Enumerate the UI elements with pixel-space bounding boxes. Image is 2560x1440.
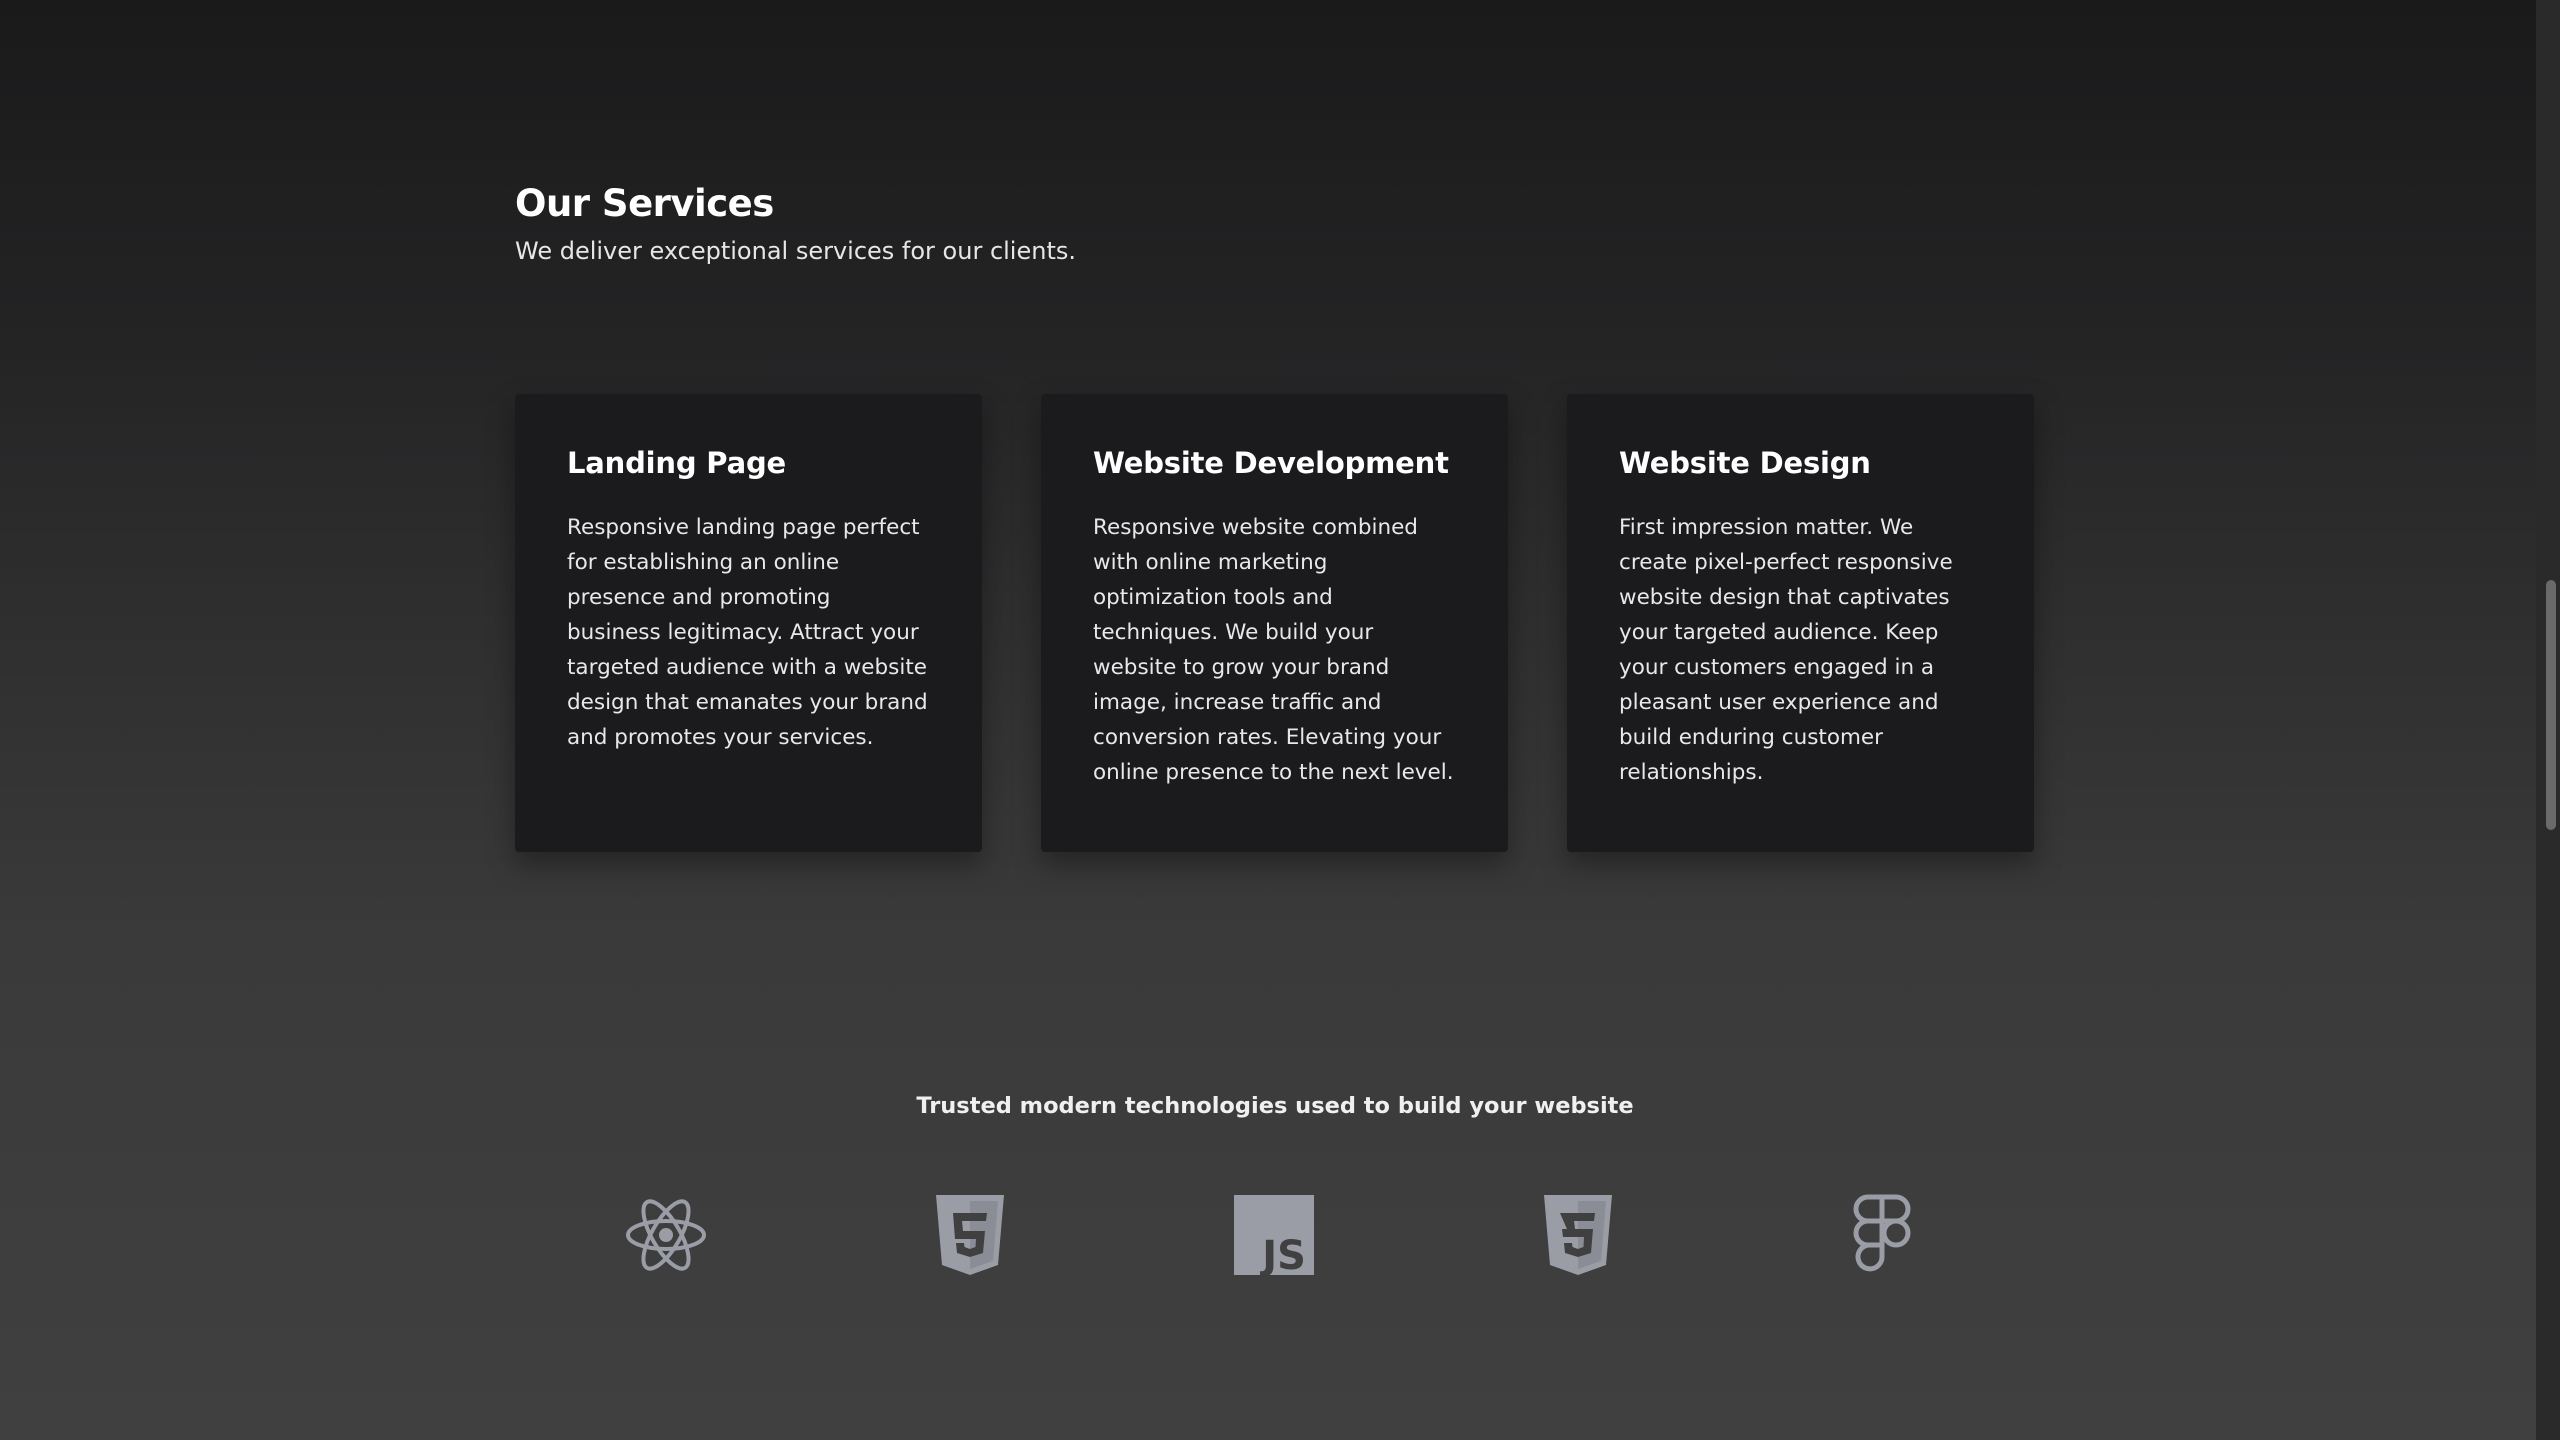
css3-icon bbox=[1536, 1193, 1620, 1277]
page: Our Services We deliver exceptional serv… bbox=[0, 0, 2536, 1440]
js-label: JS bbox=[1259, 1233, 1306, 1275]
technologies-heading: Trusted modern technologies used to buil… bbox=[916, 1093, 1634, 1119]
card-description: Responsive website combined with online … bbox=[1093, 515, 1454, 785]
javascript-icon: JS bbox=[1232, 1193, 1316, 1277]
react-icon bbox=[624, 1193, 708, 1277]
vertical-scrollbar[interactable] bbox=[2536, 0, 2560, 1440]
services-header: Our Services We deliver exceptional serv… bbox=[515, 182, 1076, 265]
scrollbar-thumb[interactable] bbox=[2546, 580, 2556, 830]
card-description: Responsive landing page perfect for esta… bbox=[567, 515, 928, 750]
html5-icon bbox=[928, 1193, 1012, 1277]
services-cards: Landing Page Responsive landing page per… bbox=[515, 394, 2035, 852]
technologies-icons: JS bbox=[0, 1193, 2550, 1277]
service-card-website-design: Website Design First impression matter. … bbox=[1567, 394, 2034, 852]
card-description: First impression matter. We create pixel… bbox=[1619, 515, 1953, 785]
service-card-landing-page: Landing Page Responsive landing page per… bbox=[515, 394, 982, 852]
services-subtitle: We deliver exceptional services for our … bbox=[515, 237, 1076, 265]
card-title: Website Development bbox=[1093, 446, 1449, 480]
service-card-website-development: Website Development Responsive website c… bbox=[1041, 394, 1508, 852]
card-title: Website Design bbox=[1619, 446, 1871, 480]
services-title: Our Services bbox=[515, 182, 774, 225]
figma-icon bbox=[1840, 1193, 1924, 1277]
card-title: Landing Page bbox=[567, 446, 786, 480]
